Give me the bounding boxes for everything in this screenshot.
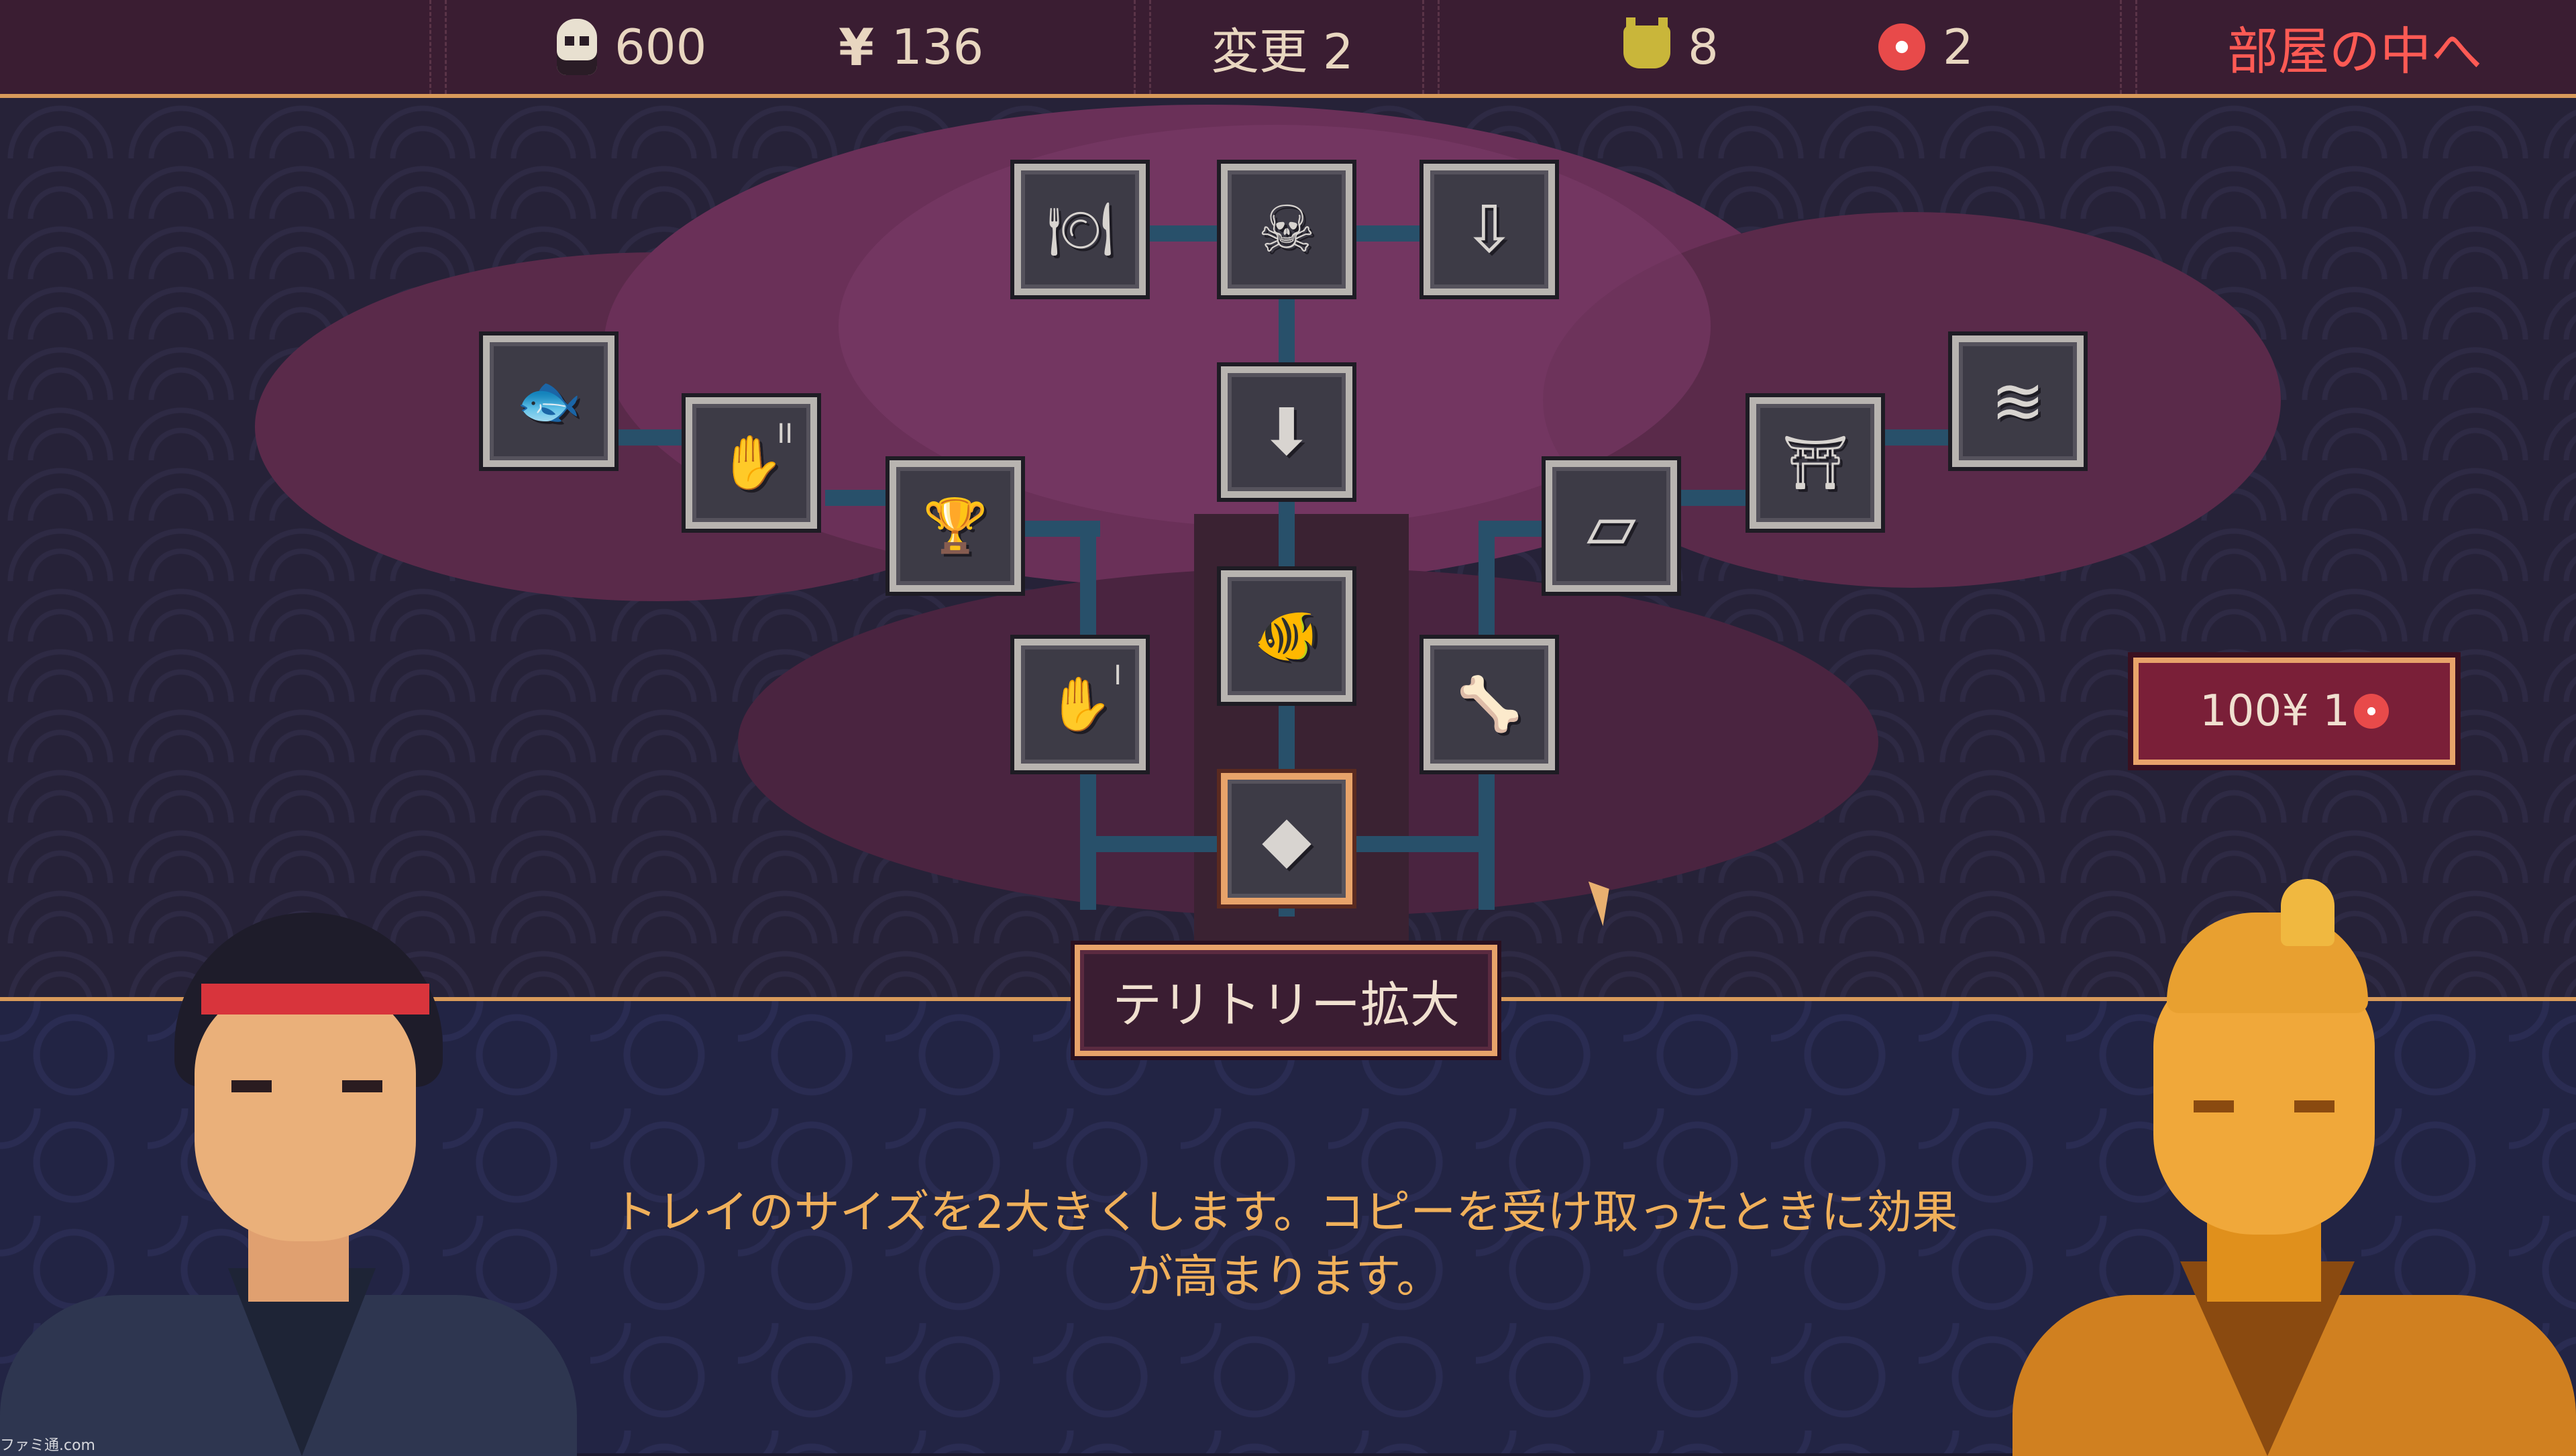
price-label: 100¥ 1	[2200, 686, 2350, 736]
change-label: 変更 2	[1211, 23, 1354, 80]
oni-count: 8	[1623, 0, 1719, 94]
purchase-button[interactable]: 100¥ 1	[2133, 658, 2455, 765]
flower-icon	[2353, 694, 2389, 729]
skill-node[interactable]: 🍽	[1014, 164, 1146, 295]
skull-count: 600	[557, 0, 706, 94]
skill-node[interactable]: 🏆	[890, 460, 1021, 592]
connector	[1677, 490, 1758, 506]
tier-label: II	[777, 419, 793, 450]
yen-icon: ¥	[839, 17, 874, 77]
oni-mask-icon	[1623, 17, 1670, 68]
flower-value: 2	[1943, 19, 1974, 75]
drop-skull-icon: ⇩	[1462, 192, 1517, 267]
hand-i-icon: ✋	[1047, 674, 1113, 735]
portrait-eye	[231, 1080, 272, 1092]
skill-node[interactable]: ▱	[1546, 460, 1677, 592]
skill-description: トレイのサイズを2大きくします。コピーを受け取ったときに効果 が高まります。	[523, 1181, 2046, 1310]
description-line: トレイのサイズを2大きくします。コピーを受け取ったときに効果	[611, 1186, 1958, 1239]
sushi-plate-icon: 🍽	[1046, 199, 1114, 260]
territory-expand-icon: ◆	[1262, 801, 1311, 876]
skill-node[interactable]: ≋	[1952, 335, 2084, 467]
yen-value: 136	[891, 19, 984, 75]
skill-node[interactable]: ⇩	[1424, 164, 1555, 295]
skill-node[interactable]: 🐠	[1221, 570, 1352, 702]
description-line: が高まります。	[1127, 1251, 1442, 1304]
portrait-topknot	[2281, 879, 2334, 946]
divider	[429, 0, 447, 94]
portrait-headband	[201, 984, 429, 1015]
yen-count: ¥ 136	[839, 0, 983, 94]
watermark: ファミ通.com	[0, 1437, 95, 1454]
change-count: 変更 2	[1211, 0, 1354, 94]
winged-fish-icon: 🐟	[516, 371, 582, 431]
skill-node[interactable]: ☠	[1221, 164, 1352, 295]
skull-value: 600	[614, 19, 707, 75]
gate-icon: ⛩	[1782, 433, 1849, 493]
flower-icon	[1878, 23, 1925, 70]
portrait-face	[195, 986, 416, 1241]
skill-node-selected[interactable]: ◆	[1221, 773, 1352, 904]
skill-node[interactable]: ✋ I	[1014, 639, 1146, 770]
koi-icon: 🐠	[1254, 606, 1320, 666]
fish-bones-icon: 🦴	[1456, 674, 1522, 735]
tray-icon: ▱	[1587, 488, 1636, 564]
portrait-eye	[2194, 1100, 2234, 1112]
skill-title: テリトリー拡大	[1075, 945, 1497, 1056]
resource-bar: 600 ¥ 136 変更 2 8 2 部屋の中へ	[0, 0, 2576, 98]
portrait-eye	[2294, 1100, 2334, 1112]
enter-room-button[interactable]: 部屋の中へ	[2227, 0, 2482, 94]
skull-tray-icon: ☠	[1257, 192, 1316, 267]
skill-node[interactable]: 🦴	[1424, 639, 1555, 770]
skill-node[interactable]: ⬇	[1221, 366, 1352, 498]
skull-icon	[557, 19, 597, 75]
skill-node[interactable]: ✋ II	[686, 397, 817, 529]
divider	[2120, 0, 2137, 94]
skill-node[interactable]: ⛩	[1750, 397, 1881, 529]
waterfall-icon: ≋	[1990, 364, 2045, 439]
tier-label: I	[1114, 660, 1122, 691]
skill-tree-area: 🍽 ☠ ⇩ 🐟 ✋ II 🏆 ⬇ ▱ ⛩ ≋ 🐠 ✋ I 🦴 ◆	[0, 98, 2576, 997]
flower-count: 2	[1878, 0, 1974, 94]
goblet-icon: 🏆	[922, 496, 988, 556]
portrait-eye	[342, 1080, 382, 1092]
oni-value: 8	[1688, 19, 1719, 75]
divider	[1422, 0, 1440, 94]
hand-ii-icon: ✋	[718, 433, 784, 493]
drop-tray-icon: ⬇	[1259, 395, 1314, 470]
skill-node[interactable]: 🐟	[483, 335, 614, 467]
divider	[1134, 0, 1151, 94]
